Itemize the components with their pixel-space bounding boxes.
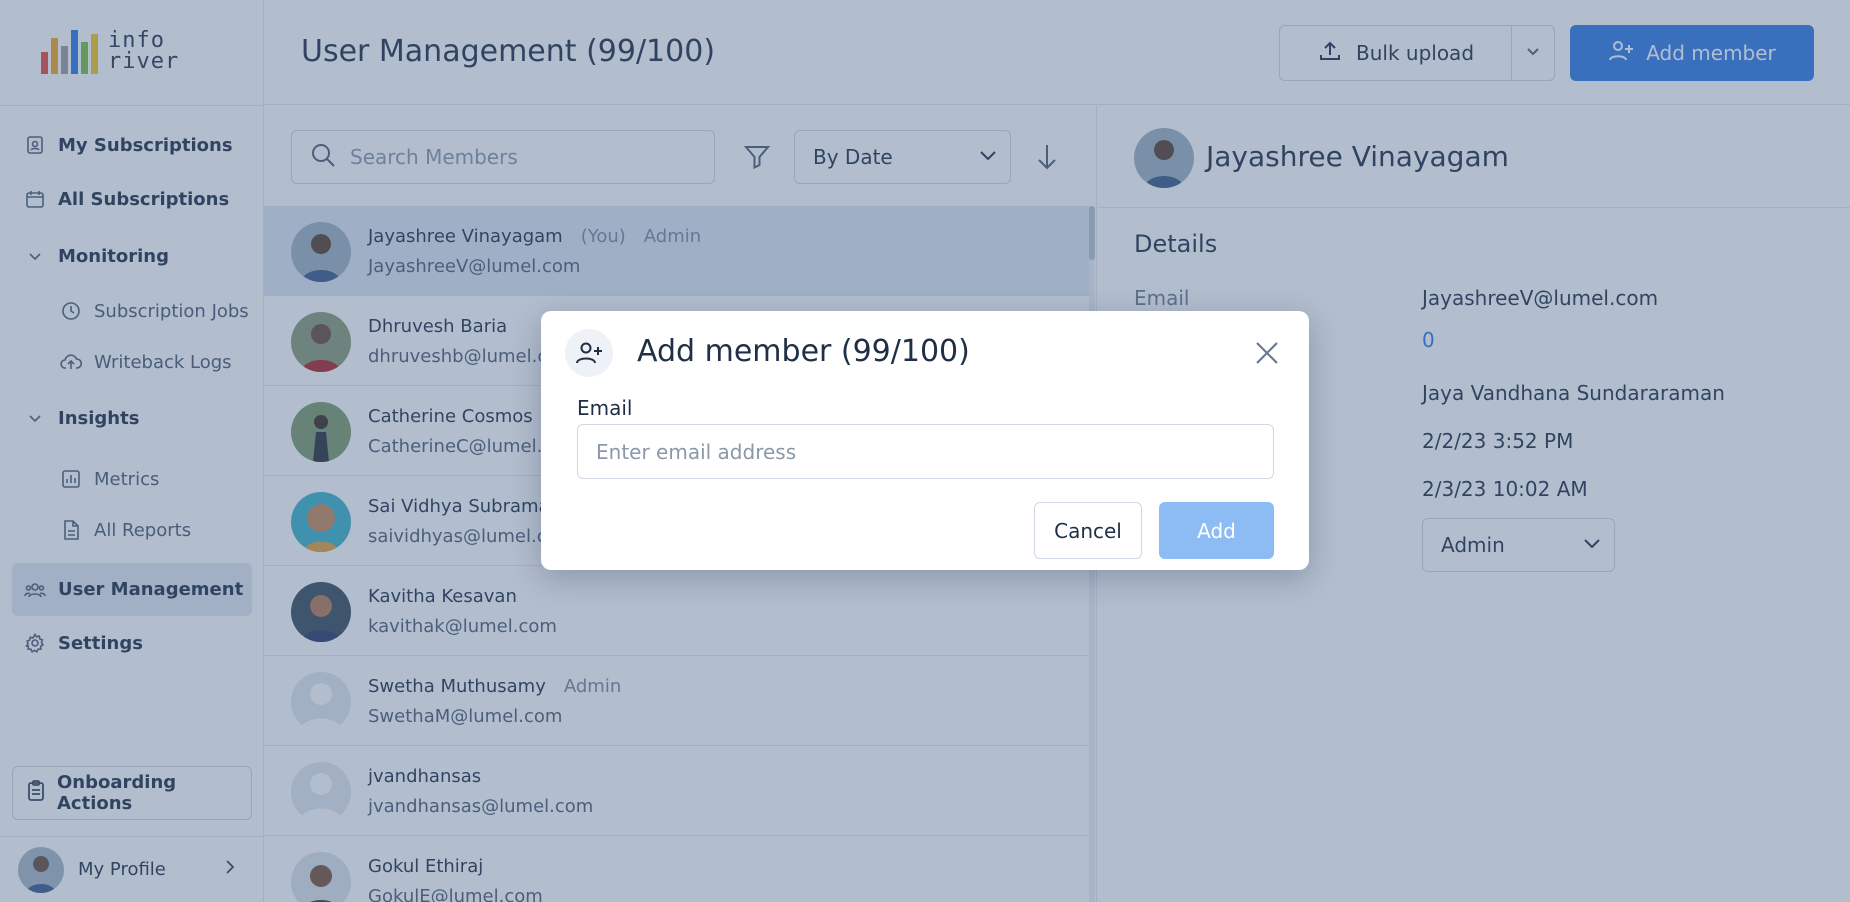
email-field[interactable] (577, 424, 1274, 479)
add-button[interactable]: Add (1159, 502, 1274, 559)
close-icon[interactable] (1251, 337, 1283, 369)
add-member-dialog: Add member (99/100) Email Cancel Add (541, 311, 1309, 570)
dialog-title: Add member (99/100) (637, 334, 970, 369)
cancel-button[interactable]: Cancel (1034, 502, 1142, 559)
email-field-label: Email (577, 396, 633, 420)
add-user-icon (565, 329, 613, 377)
